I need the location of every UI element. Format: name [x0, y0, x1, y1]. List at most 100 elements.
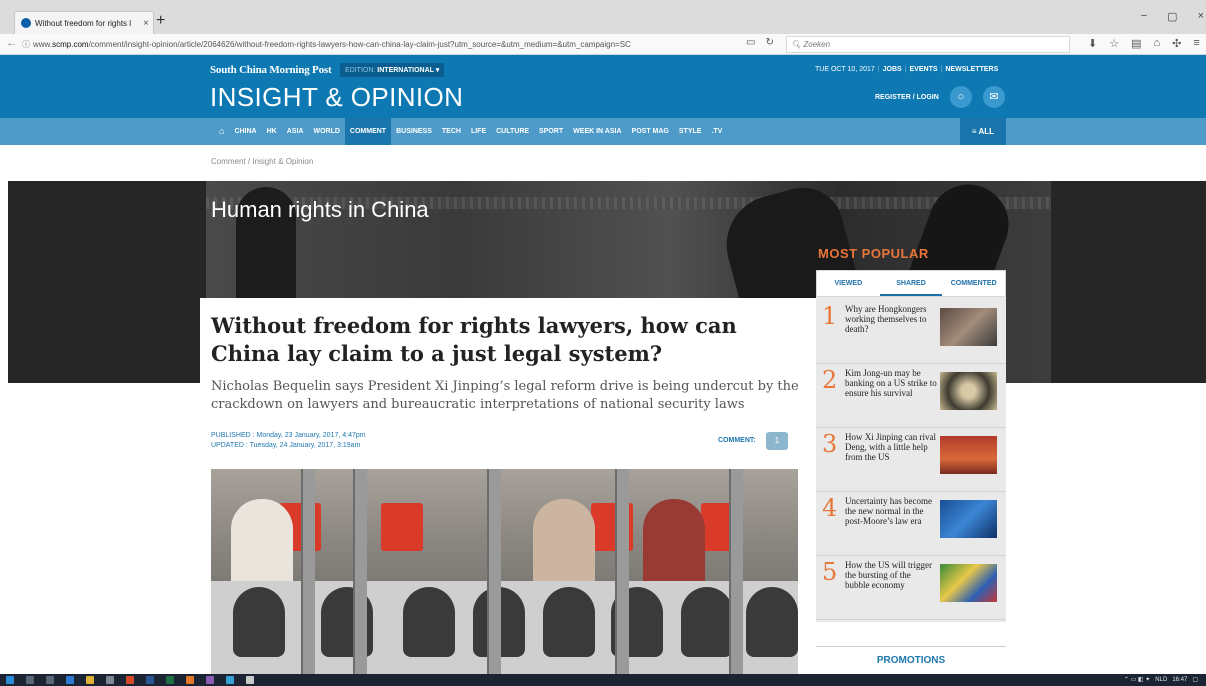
- clock[interactable]: 16:47: [1172, 675, 1187, 685]
- reader-view-icon[interactable]: ▭: [746, 37, 755, 48]
- popular-thumbnail[interactable]: [940, 436, 997, 474]
- most-popular-tabs: VIEWED SHARED COMMENTED: [816, 270, 1006, 297]
- nav-item-style[interactable]: STYLE: [674, 118, 707, 145]
- extension-icon[interactable]: ✣: [1172, 37, 1181, 50]
- popular-title[interactable]: Kim Jong-un may be banking on a US strik…: [845, 368, 937, 398]
- section-title[interactable]: INSIGHT & OPINION: [210, 82, 463, 113]
- file-explorer-icon[interactable]: [86, 676, 94, 684]
- nav-item-asia[interactable]: ASIA: [282, 118, 309, 145]
- topic-title[interactable]: Human rights in China: [211, 197, 429, 223]
- nav-item-world[interactable]: WORLD: [308, 118, 344, 145]
- download-icon[interactable]: ⬇: [1088, 37, 1097, 50]
- all-sections-button[interactable]: ≡ ALL: [960, 118, 1006, 145]
- powerpoint-icon[interactable]: [126, 676, 134, 684]
- article-dates: PUBLISHED : Monday, 23 January, 2017, 4:…: [211, 431, 366, 451]
- tab-commented[interactable]: COMMENTED: [942, 271, 1005, 296]
- home-icon[interactable]: ⌂: [1154, 37, 1161, 50]
- word-icon[interactable]: [146, 676, 154, 684]
- popular-title[interactable]: Why are Hongkongers working themselves t…: [845, 304, 937, 334]
- popular-rank: 1: [822, 302, 838, 330]
- breadcrumb[interactable]: Comment / Insight & Opinion: [211, 157, 313, 166]
- address-bar[interactable]: ⓘ www.scmp.com/comment/insight-opinion/ar…: [22, 36, 780, 53]
- app-icon[interactable]: [246, 676, 254, 684]
- nav-item-sport[interactable]: SPORT: [534, 118, 568, 145]
- nav-item-culture[interactable]: CULTURE: [491, 118, 534, 145]
- reload-icon[interactable]: ↻: [765, 37, 773, 48]
- nav-item-life[interactable]: LIFE: [466, 118, 491, 145]
- article: Without freedom for rights lawyers, how …: [200, 298, 816, 674]
- search-placeholder: Zoeken: [803, 40, 831, 49]
- popular-title[interactable]: How Xi Jinping can rival Deng, with a li…: [845, 432, 937, 462]
- tab-close-icon[interactable]: ×: [143, 18, 153, 29]
- edition-label: EDITION:: [345, 67, 376, 74]
- maximize-icon[interactable]: ▢: [1167, 10, 1177, 23]
- nav-item-comment[interactable]: COMMENT: [344, 118, 392, 145]
- popular-thumbnail[interactable]: [940, 564, 997, 602]
- info-icon[interactable]: ⓘ: [22, 40, 30, 49]
- back-arrow-icon[interactable]: ←: [6, 37, 17, 49]
- nav-item-hk[interactable]: HK: [262, 118, 282, 145]
- address-bar-buttons: ▭ ↻: [746, 37, 774, 48]
- comment-count-badge[interactable]: 1: [766, 432, 788, 450]
- tab-viewed[interactable]: VIEWED: [817, 271, 880, 296]
- url-domain: scmp.com: [52, 40, 89, 49]
- popular-item[interactable]: 5 How the US will trigger the bursting o…: [816, 556, 1006, 620]
- edge-icon[interactable]: [66, 676, 74, 684]
- popular-item[interactable]: 3 How Xi Jinping can rival Deng, with a …: [816, 428, 1006, 492]
- firefox-icon[interactable]: [186, 676, 194, 684]
- library-icon[interactable]: ▤: [1131, 37, 1141, 50]
- excel-icon[interactable]: [166, 676, 174, 684]
- app-icon[interactable]: [226, 676, 234, 684]
- tab-title: Without freedom for rights l: [35, 18, 132, 28]
- article-subhead: Nicholas Bequelin says President Xi Jinp…: [211, 379, 799, 412]
- popular-thumbnail[interactable]: [940, 372, 997, 410]
- popular-item[interactable]: 4 Uncertainty has become the new normal …: [816, 492, 1006, 556]
- tab-shared[interactable]: SHARED: [879, 271, 943, 296]
- popular-item[interactable]: 1 Why are Hongkongers working themselves…: [816, 300, 1006, 364]
- nav-item-week-in-asia[interactable]: WEEK IN ASIA: [568, 118, 626, 145]
- input-language[interactable]: NLD: [1155, 675, 1167, 685]
- system-tray: ⌃ ▭ ◧ ✦ NLD 16:47 ▢: [1124, 675, 1198, 685]
- events-link[interactable]: EVENTS: [910, 66, 938, 73]
- notifications-icon[interactable]: ▢: [1192, 675, 1198, 685]
- window-controls: − ▢ ×: [1141, 10, 1206, 23]
- popular-rank: 4: [822, 494, 838, 522]
- tray-icons[interactable]: ⌃ ▭ ◧ ✦: [1124, 675, 1150, 685]
- browser-toolbar-icons: ⬇ ☆ ▤ ⌂ ✣ ≡: [1088, 37, 1200, 50]
- windows-start-icon[interactable]: [6, 676, 14, 684]
- popular-thumbnail[interactable]: [940, 500, 997, 538]
- bookmark-star-icon[interactable]: ☆: [1109, 37, 1119, 50]
- jobs-link[interactable]: JOBS: [883, 66, 902, 73]
- task-view-icon[interactable]: [46, 676, 54, 684]
- nav-item-business[interactable]: BUSINESS: [391, 118, 437, 145]
- published-date: PUBLISHED : Monday, 23 January, 2017, 4:…: [211, 432, 366, 439]
- popular-item[interactable]: 2 Kim Jong-un may be banking on a US str…: [816, 364, 1006, 428]
- store-icon[interactable]: [106, 676, 114, 684]
- nav-item-china[interactable]: CHINA: [229, 118, 261, 145]
- browser-tab[interactable]: Without freedom for rights l ×: [14, 11, 154, 34]
- popular-title[interactable]: How the US will trigger the bursting of …: [845, 560, 937, 590]
- close-window-icon[interactable]: ×: [1198, 10, 1204, 23]
- search-input[interactable]: 🔍︎ Zoeken: [786, 36, 1070, 53]
- popular-rank: 3: [822, 430, 838, 458]
- popular-title[interactable]: Uncertainty has become the new normal in…: [845, 496, 937, 526]
- menu-icon[interactable]: ≡: [1193, 37, 1199, 50]
- search-icon[interactable]: ○: [950, 86, 972, 108]
- url-prefix: www.: [33, 40, 53, 49]
- minimize-icon[interactable]: −: [1141, 10, 1147, 23]
- site-logo[interactable]: South China Morning Post: [210, 64, 332, 76]
- promotions-header[interactable]: PROMOTIONS: [816, 646, 1006, 674]
- nav-item-post-mag[interactable]: POST MAG: [627, 118, 674, 145]
- mail-icon[interactable]: ✉: [983, 86, 1005, 108]
- edition-selector[interactable]: EDITION: INTERNATIONAL ▾: [340, 63, 445, 77]
- popular-thumbnail[interactable]: [940, 308, 997, 346]
- nav-item-tech[interactable]: TECH: [437, 118, 466, 145]
- newsletters-link[interactable]: NEWSLETTERS: [945, 66, 998, 73]
- nav-item-tv[interactable]: .TV: [706, 118, 727, 145]
- register-login-link[interactable]: REGISTER / LOGIN: [875, 94, 939, 101]
- home-icon[interactable]: ⌂: [214, 118, 229, 145]
- comment-label[interactable]: COMMENT:: [718, 437, 756, 444]
- new-tab-button[interactable]: +: [156, 13, 165, 29]
- search-taskbar-icon[interactable]: [26, 676, 34, 684]
- app-icon[interactable]: [206, 676, 214, 684]
